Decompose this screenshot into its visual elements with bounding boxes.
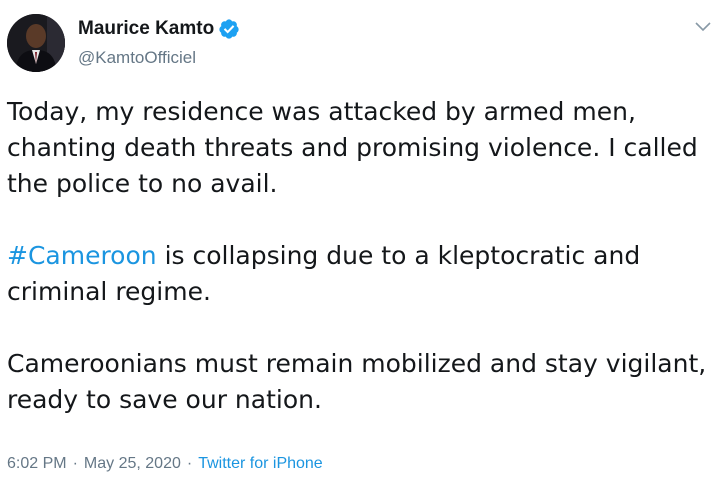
tweet-date[interactable]: May 25, 2020 bbox=[84, 455, 181, 472]
profile-photo bbox=[7, 14, 65, 72]
hashtag-link[interactable]: #Cameroon bbox=[7, 241, 157, 270]
tweet-source-link[interactable]: Twitter for iPhone bbox=[198, 455, 323, 472]
tweet-metadata: 6:02 PM · May 25, 2020 · Twitter for iPhone bbox=[7, 455, 323, 473]
meta-separator: · bbox=[72, 455, 78, 472]
tweet-paragraph-3: Cameroonians must remain mobilized and s… bbox=[7, 349, 707, 414]
author-name-row: Maurice Kamto bbox=[78, 16, 240, 42]
avatar[interactable] bbox=[7, 14, 65, 72]
tweet-paragraph-2: #Cameroon is collapsing due to a kleptoc… bbox=[7, 238, 719, 310]
author-name[interactable]: Maurice Kamto bbox=[78, 18, 214, 40]
verified-badge-icon bbox=[218, 18, 240, 40]
author-handle[interactable]: @KamtoOfficiel bbox=[78, 48, 240, 68]
tweet-time[interactable]: 6:02 PM bbox=[7, 455, 67, 472]
tweet-paragraph-1: Today, my residence was attacked by arme… bbox=[7, 97, 698, 198]
meta-separator: · bbox=[186, 455, 193, 472]
tweet-text: Today, my residence was attacked by arme… bbox=[7, 94, 719, 418]
author-block: Maurice Kamto @KamtoOfficiel bbox=[78, 16, 240, 68]
tweet-card: Maurice Kamto @KamtoOfficiel Today, my r… bbox=[0, 0, 719, 479]
chevron-down-icon[interactable] bbox=[694, 20, 712, 34]
